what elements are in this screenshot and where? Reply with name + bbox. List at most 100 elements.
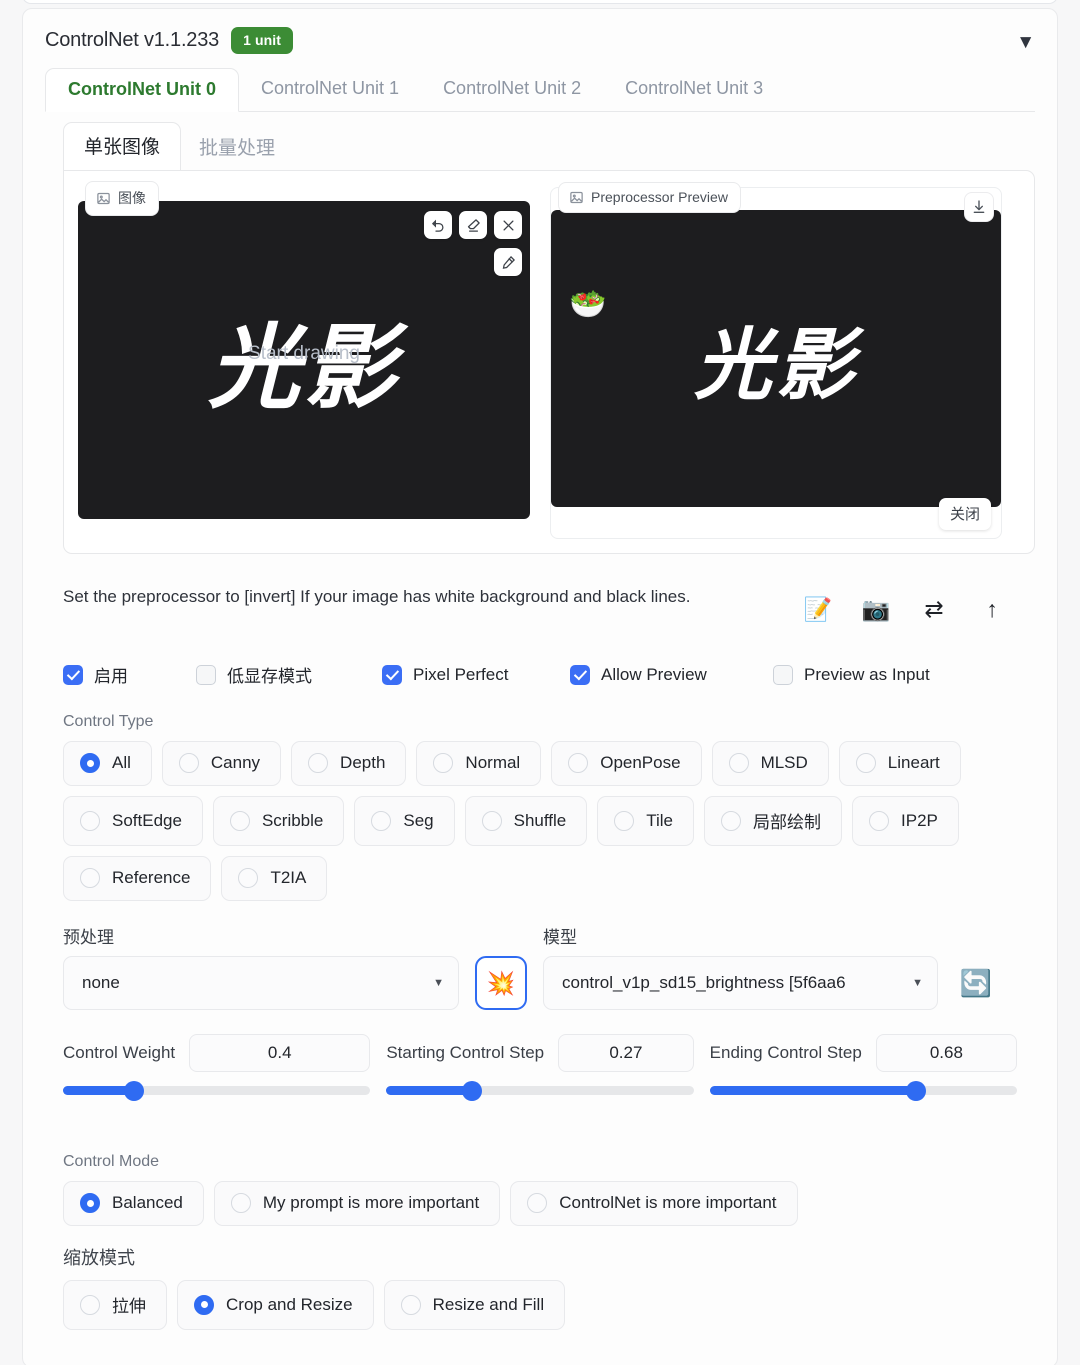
tab-controlnet-unit-2[interactable]: ControlNet Unit 2 — [421, 78, 603, 111]
controlnet-panel-page: ControlNet v1.1.233 1 unit ▼ ControlNet … — [0, 0, 1080, 1365]
preview-label: Preprocessor Preview — [558, 182, 741, 213]
checkbox-box[interactable] — [196, 664, 216, 685]
radio-dot[interactable] — [614, 810, 635, 831]
control-type-label-text: Reference — [112, 868, 191, 887]
radio-dot[interactable] — [568, 753, 589, 773]
radio-dot[interactable] — [527, 1193, 548, 1213]
radio-dot[interactable] — [194, 1294, 214, 1315]
radio-dot[interactable] — [230, 1193, 251, 1213]
radio-dot[interactable] — [80, 868, 100, 888]
control-type-depth[interactable]: Depth — [291, 741, 407, 786]
resize-mode-resize-and-fill[interactable]: Resize and Fill — [383, 1280, 566, 1330]
slider-knob[interactable] — [462, 1080, 483, 1101]
control-type-seg[interactable]: Seg — [354, 796, 455, 846]
starting-step-label: Starting Control Step — [386, 1043, 545, 1062]
control-mode-my-prompt[interactable]: My prompt is more important — [213, 1181, 501, 1226]
control-type-label: Control Type — [63, 713, 154, 730]
preprocessor-group: 预处理 none ▼ — [63, 923, 459, 1010]
starting-step-value[interactable]: 0.27 — [558, 1034, 694, 1072]
controlnet-panel: ControlNet v1.1.233 1 unit ▼ ControlNet … — [22, 8, 1058, 1365]
checkbox-box[interactable] — [773, 664, 793, 685]
control-weight-slider[interactable] — [63, 1080, 371, 1101]
preprocessor-model-row: 预处理 none ▼ 💥 模型 control_v1p_sd15_brightn… — [63, 923, 1017, 1010]
resize-mode-group: 拉伸 Crop and Resize Resize and Fill — [63, 1280, 1017, 1330]
control-type-mlsd[interactable]: MLSD — [711, 741, 829, 786]
upload-arrow-icon[interactable]: ↑ — [967, 584, 1017, 634]
control-type-tile[interactable]: Tile — [597, 796, 695, 846]
radio-dot[interactable] — [371, 810, 392, 831]
undo-icon[interactable] — [424, 211, 452, 239]
control-mode-balanced[interactable]: Balanced — [63, 1181, 204, 1226]
control-type-normal[interactable]: Normal — [416, 741, 542, 786]
download-icon[interactable] — [964, 192, 994, 222]
tab-single-image[interactable]: 单张图像 — [63, 122, 182, 170]
control-type-scribble[interactable]: Scribble — [212, 796, 345, 846]
radio-dot[interactable] — [721, 810, 742, 831]
checkbox-box[interactable] — [382, 664, 402, 685]
checkbox-label: Preview as Input — [804, 664, 930, 684]
checkbox-enable[interactable]: 启用 — [63, 662, 196, 687]
checkbox-pixel-perfect[interactable]: Pixel Perfect — [382, 664, 570, 685]
radio-dot[interactable] — [433, 753, 454, 773]
tab-batch-process[interactable]: 批量处理 — [181, 133, 293, 170]
tab-controlnet-unit-3[interactable]: ControlNet Unit 3 — [603, 78, 785, 111]
checkbox-low-vram[interactable]: 低显存模式 — [196, 662, 382, 687]
run-preprocessor-button[interactable]: 💥 — [475, 956, 527, 1010]
checkbox-label: 启用 — [94, 667, 128, 686]
radio-dot[interactable] — [178, 753, 199, 773]
control-type-reference[interactable]: Reference — [63, 856, 212, 901]
radio-dot[interactable] — [855, 753, 876, 773]
checkbox-preview-as-input[interactable]: Preview as Input — [773, 664, 930, 685]
checkbox-box[interactable] — [63, 664, 83, 685]
control-weight-value[interactable]: 0.4 — [189, 1034, 371, 1072]
resize-mode-crop-and-resize[interactable]: Crop and Resize — [177, 1280, 374, 1330]
control-type-canny[interactable]: Canny — [161, 741, 282, 786]
control-type-all[interactable]: All — [63, 741, 152, 786]
swap-arrows-icon[interactable]: ⇄ — [909, 584, 959, 634]
radio-dot[interactable] — [728, 753, 749, 773]
eraser-icon[interactable] — [459, 211, 487, 239]
close-preview-button[interactable]: 关闭 — [938, 498, 991, 530]
tab-controlnet-unit-0[interactable]: ControlNet Unit 0 — [45, 68, 239, 112]
control-type-t2ia[interactable]: T2IA — [221, 856, 328, 901]
close-icon[interactable] — [494, 211, 522, 239]
radio-dot[interactable] — [869, 810, 890, 831]
preprocessor-preview-card: Preprocessor Preview 🥗 光影 关闭 — [550, 182, 1002, 539]
radio-dot[interactable] — [238, 868, 259, 888]
tab-controlnet-unit-1[interactable]: ControlNet Unit 1 — [239, 78, 421, 111]
radio-dot[interactable] — [80, 753, 100, 773]
radio-dot[interactable] — [80, 1193, 100, 1213]
slider-knob[interactable] — [905, 1080, 926, 1101]
slider-knob[interactable] — [123, 1080, 144, 1101]
camera-icon[interactable]: 📷 — [851, 584, 901, 634]
memo-icon[interactable]: 📝 — [793, 584, 843, 634]
chevron-down-icon[interactable]: ▼ — [1016, 33, 1035, 52]
brush-icon[interactable] — [494, 248, 522, 276]
control-type-label-text: SoftEdge — [112, 810, 182, 830]
preprocessor-select[interactable]: none ▼ — [63, 956, 459, 1010]
control-type-inpaint[interactable]: 局部绘制 — [704, 796, 843, 846]
radio-dot[interactable] — [80, 1294, 100, 1315]
refresh-models-button[interactable]: 🔄 — [954, 956, 998, 1010]
radio-dot[interactable] — [481, 810, 502, 831]
radio-dot[interactable] — [80, 810, 100, 831]
radio-dot[interactable] — [308, 753, 329, 773]
control-type-ip2p[interactable]: IP2P — [852, 796, 959, 846]
radio-dot[interactable] — [400, 1294, 421, 1315]
options-checkbox-row: 启用 低显存模式 Pixel Perfect Allow Preview Pre… — [63, 662, 1017, 687]
checkbox-allow-preview[interactable]: Allow Preview — [570, 664, 773, 685]
input-image-label: 图像 — [85, 181, 159, 216]
control-type-shuffle[interactable]: Shuffle — [464, 796, 588, 846]
ending-step-slider[interactable] — [709, 1080, 1017, 1101]
control-type-openpose[interactable]: OpenPose — [551, 741, 702, 786]
control-type-lineart[interactable]: Lineart — [838, 741, 961, 786]
starting-step-slider[interactable] — [386, 1080, 694, 1101]
resize-mode-stretch[interactable]: 拉伸 — [63, 1280, 167, 1330]
radio-dot[interactable] — [229, 810, 250, 831]
control-mode-controlnet[interactable]: ControlNet is more important — [510, 1181, 798, 1226]
ending-step-value[interactable]: 0.68 — [875, 1034, 1017, 1072]
model-select[interactable]: control_v1p_sd15_brightness [5f6aa6 ▼ — [543, 956, 938, 1010]
checkbox-box[interactable] — [570, 664, 590, 685]
drawing-canvas[interactable]: 光影 Start drawing — [78, 201, 530, 519]
control-type-softedge[interactable]: SoftEdge — [63, 796, 203, 846]
